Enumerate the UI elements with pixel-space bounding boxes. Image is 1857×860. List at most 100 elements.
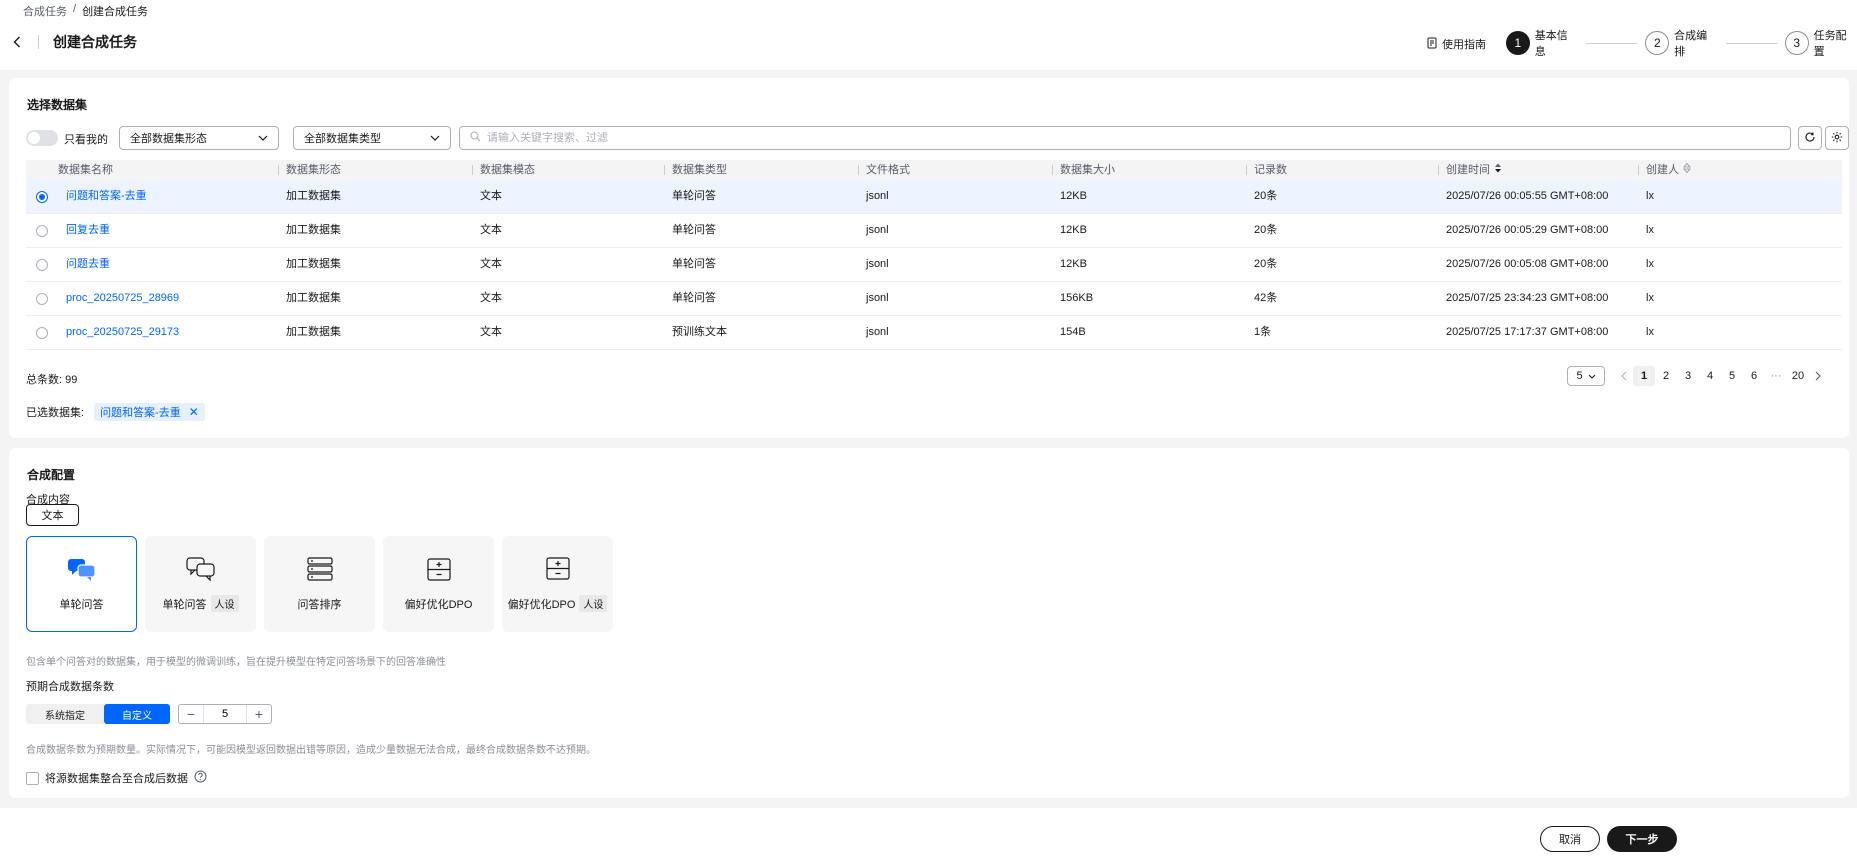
page-20[interactable]: 20 <box>1787 366 1809 386</box>
minus-button[interactable]: − <box>179 705 203 723</box>
only-mine-toggle[interactable] <box>26 130 58 146</box>
col-created-label: 创建时间 <box>1446 164 1490 176</box>
col-creator-label: 创建人 <box>1646 164 1679 176</box>
col-type-label: 数据集类型 <box>672 164 727 176</box>
tile-dpo-persona[interactable]: 偏好优化DPO 人设 <box>502 536 613 632</box>
dataset-type-select[interactable]: 全部数据集类型 <box>293 126 451 150</box>
cell-modal: 文本 <box>480 258 502 270</box>
table-row[interactable]: proc_20250725_28969 加工数据集 文本 单轮问答 jsonl … <box>26 282 1842 316</box>
cell-format: jsonl <box>866 224 889 236</box>
text-content-button[interactable]: 文本 <box>26 504 79 526</box>
cell-records: 42条 <box>1254 292 1278 304</box>
cell-form: 加工数据集 <box>286 326 341 338</box>
help-icon[interactable] <box>194 770 207 786</box>
table-row[interactable]: 问题和答案-去重 加工数据集 文本 单轮问答 jsonl 12KB 20条 20… <box>26 180 1842 214</box>
guide-label: 使用指南 <box>1442 39 1486 51</box>
synth-section-title: 合成配置 <box>27 468 76 482</box>
cell-form: 加工数据集 <box>286 258 341 270</box>
persona-badge: 人设 <box>579 595 608 612</box>
dataset-name-link[interactable]: 问题去重 <box>58 248 278 281</box>
col-records-label: 记录数 <box>1254 164 1287 176</box>
cell-type: 预训练文本 <box>672 326 727 338</box>
col-name-label: 数据集名称 <box>58 164 113 176</box>
stepper-progress: 1 基本信息 2 合成编排 3 任务配置 <box>1506 27 1857 59</box>
page-4[interactable]: 4 <box>1699 366 1721 386</box>
sort-icon <box>1494 160 1502 180</box>
row-radio[interactable] <box>36 326 48 339</box>
synth-type-tiles: 单轮问答 单轮问答 人设 问答排序 偏好优化DPO 偏好优化DPO 人设 <box>26 536 613 632</box>
next-page-button[interactable] <box>1809 371 1827 381</box>
col-size: 数据集大小 <box>1052 160 1246 180</box>
only-mine-label: 只看我的 <box>64 134 108 146</box>
page-1[interactable]: 1 <box>1633 366 1655 386</box>
search-input[interactable] <box>487 132 1790 144</box>
row-radio-cell <box>26 316 58 349</box>
table-row[interactable]: proc_20250725_29173 加工数据集 文本 预训练文本 jsonl… <box>26 316 1842 350</box>
dataset-card: 选择数据集 只看我的 全部数据集形态 全部数据集类型 数据集名称 数据集形态 数… <box>9 78 1849 438</box>
page-3[interactable]: 3 <box>1677 366 1699 386</box>
row-radio[interactable] <box>36 224 48 237</box>
row-radio[interactable] <box>36 292 48 305</box>
col-format: 文件格式 <box>858 160 1052 180</box>
dataset-name-link[interactable]: 回复去重 <box>58 214 278 247</box>
footer-bar: 取消 下一步 <box>0 808 1857 860</box>
chosen-datasets: 已选数据集: 问题和答案-去重 ✕ <box>26 403 205 421</box>
back-icon[interactable] <box>10 33 24 51</box>
row-radio[interactable] <box>36 258 48 271</box>
tile-label: 问答排序 <box>298 596 342 612</box>
compare-box-icon <box>545 556 571 585</box>
plus-button[interactable]: + <box>247 705 271 723</box>
row-radio[interactable] <box>36 190 48 203</box>
dataset-name-link[interactable]: proc_20250725_29173 <box>58 316 278 349</box>
dataset-type-value: 全部数据集类型 <box>304 133 381 145</box>
tile-qa-ranking[interactable]: 问答排序 <box>264 536 375 632</box>
stack-list-icon <box>306 556 334 586</box>
chevron-down-icon <box>1588 370 1596 382</box>
tile-single-qa[interactable]: 单轮问答 <box>26 536 137 632</box>
page-2[interactable]: 2 <box>1655 366 1677 386</box>
col-modal-label: 数据集模态 <box>480 164 535 176</box>
guide-link[interactable]: 使用指南 <box>1427 36 1486 52</box>
title-bar: 创建合成任务 <box>10 32 137 52</box>
breadcrumb-separator: / <box>73 3 77 15</box>
cell-size: 156KB <box>1060 292 1094 304</box>
dataset-form-value: 全部数据集形态 <box>130 133 207 145</box>
count-input[interactable] <box>203 705 247 723</box>
col-created[interactable]: 创建时间 <box>1438 160 1638 180</box>
cell-form: 加工数据集 <box>286 292 341 304</box>
count-hint: 合成数据条数为预期数量。实际情况下，可能因模型返回数据出错等原因，造成少量数据无… <box>26 745 596 756</box>
cancel-button[interactable]: 取消 <box>1540 826 1600 852</box>
cell-form: 加工数据集 <box>286 224 341 236</box>
next-button[interactable]: 下一步 <box>1607 826 1677 852</box>
title-divider <box>38 35 39 49</box>
dataset-name-link[interactable]: proc_20250725_28969 <box>58 282 278 315</box>
col-format-label: 文件格式 <box>866 164 910 176</box>
seg-system[interactable]: 系统指定 <box>26 704 104 724</box>
page-6[interactable]: 6 <box>1743 366 1765 386</box>
table-row[interactable]: 问题去重 加工数据集 文本 单轮问答 jsonl 12KB 20条 2025/0… <box>26 248 1842 282</box>
tile-single-qa-persona[interactable]: 单轮问答 人设 <box>145 536 256 632</box>
dataset-form-select[interactable]: 全部数据集形态 <box>119 126 279 150</box>
tile-label: 偏好优化DPO 人设 <box>508 595 608 612</box>
dataset-name-link[interactable]: 问题和答案-去重 <box>58 180 278 213</box>
page-5[interactable]: 5 <box>1721 366 1743 386</box>
breadcrumb-parent[interactable]: 合成任务 <box>23 3 67 19</box>
cell-size: 12KB <box>1060 224 1087 236</box>
settings-button[interactable] <box>1825 126 1849 150</box>
refresh-button[interactable] <box>1798 126 1822 150</box>
seg-custom[interactable]: 自定义 <box>104 704 170 724</box>
count-stepper: − + <box>178 704 272 724</box>
close-icon[interactable]: ✕ <box>189 405 199 419</box>
col-creator[interactable]: 创建人 <box>1638 160 1842 180</box>
page-size-select[interactable]: 5 <box>1567 366 1605 386</box>
tile-dpo[interactable]: 偏好优化DPO <box>383 536 494 632</box>
sort-icon <box>1683 160 1691 180</box>
cell-size: 12KB <box>1060 258 1087 270</box>
prev-page-button[interactable] <box>1615 371 1633 381</box>
expected-count-label: 预期合成数据条数 <box>26 681 114 693</box>
step-label: 基本信息 <box>1534 30 1568 58</box>
page-ellipsis[interactable]: ··· <box>1765 366 1787 386</box>
page-size-value: 5 <box>1576 370 1583 382</box>
table-row[interactable]: 回复去重 加工数据集 文本 单轮问答 jsonl 12KB 20条 2025/0… <box>26 214 1842 248</box>
merge-checkbox[interactable] <box>26 771 39 785</box>
